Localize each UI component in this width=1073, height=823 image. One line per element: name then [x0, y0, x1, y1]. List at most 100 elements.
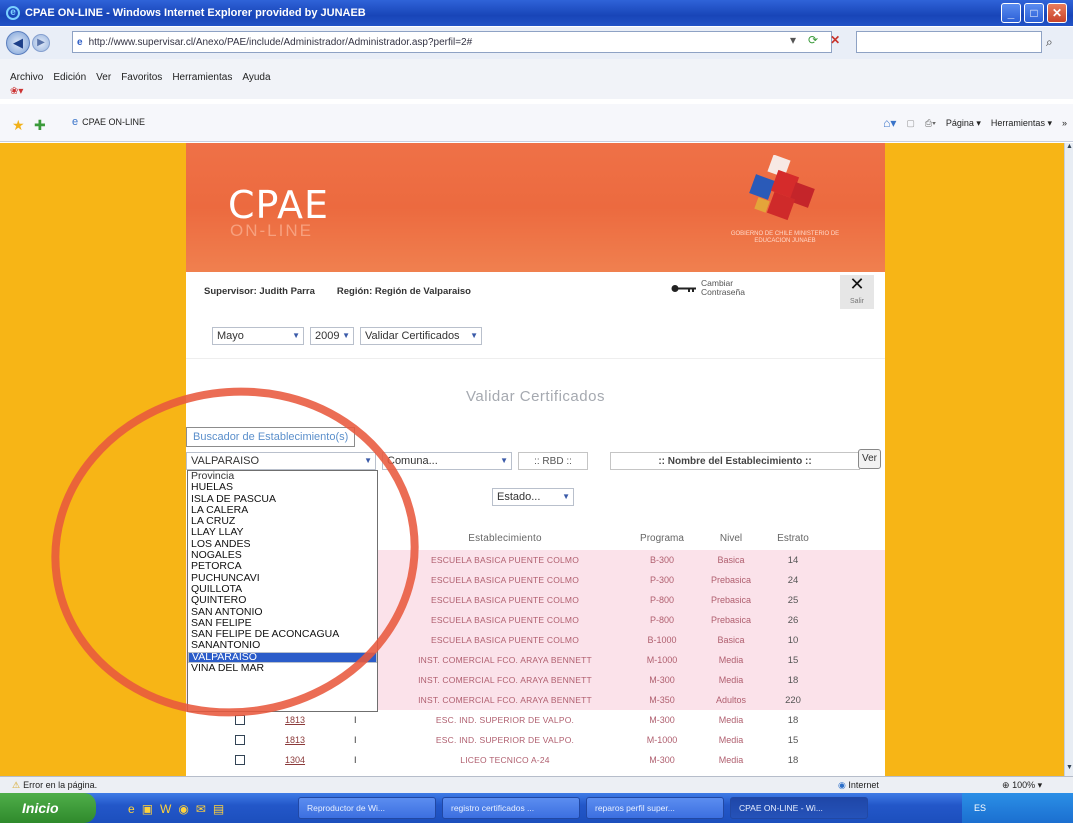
nivel-cell: Media: [718, 735, 744, 745]
rbd-input[interactable]: :: RBD ::: [518, 452, 588, 470]
stop-icon[interactable]: ✕: [830, 33, 840, 47]
home-icon[interactable]: ⌂▾: [883, 116, 896, 130]
header-estrato: Estrato: [777, 532, 809, 544]
vertical-scrollbar[interactable]: ▲ ▼: [1064, 143, 1073, 776]
establecimiento-cell: LICEO TECNICO A-24: [460, 755, 550, 765]
app-icon[interactable]: ✉: [196, 802, 206, 816]
province-option[interactable]: PUCHUNCAVI: [188, 573, 377, 584]
estrato-cell: 26: [787, 614, 799, 626]
menu-archivo[interactable]: Archivo: [10, 72, 43, 83]
change-password-link[interactable]: Cambiar Contraseña: [671, 279, 751, 297]
province-option[interactable]: LA CRUZ: [188, 516, 377, 527]
taskbar-button-cpae[interactable]: CPAE ON-LINE - Wi...: [730, 797, 868, 819]
favorites-star-icon[interactable]: ★: [12, 117, 25, 134]
comuna-select[interactable]: Comuna... ▼: [382, 452, 512, 470]
programa-cell: P-800: [649, 595, 675, 605]
province-dropdown-list[interactable]: Provincia HUELAS ISLA DE PASCUA LA CALERA LA…: [187, 470, 378, 712]
search-legend: Buscador de Establecimiento(s): [186, 427, 356, 447]
page-menu[interactable]: Página ▾: [946, 118, 981, 129]
tab-page-icon: e: [72, 116, 79, 128]
year-select[interactable]: 2009 ▼: [310, 327, 354, 345]
province-option[interactable]: NOGALES: [188, 550, 377, 561]
maximize-button[interactable]: □: [1024, 3, 1044, 23]
province-option[interactable]: SAN FELIPE: [188, 618, 377, 629]
address-toolbar: ◀ ▶ e http://www.supervisar.cl/Anexo/PAE…: [0, 27, 1073, 59]
taskbar-button-reparos[interactable]: reparos perfil super...: [586, 797, 724, 819]
folder-icon[interactable]: ▤: [213, 802, 224, 816]
minimize-button[interactable]: _: [1001, 3, 1021, 23]
desktop-icon[interactable]: ▣: [142, 802, 153, 816]
print-icon[interactable]: ⎙▾: [925, 118, 936, 129]
programa-cell: M-300: [649, 755, 675, 765]
start-button[interactable]: Inicio: [0, 793, 96, 823]
address-bar[interactable]: e http://www.supervisar.cl/Anexo/PAE/inc…: [72, 31, 832, 53]
menu-ayuda[interactable]: Ayuda: [242, 72, 270, 83]
province-option[interactable]: QUINTERO: [188, 595, 377, 606]
province-value: VALPARAISO: [191, 455, 260, 467]
row-checkbox[interactable]: [235, 735, 245, 745]
tab-cpae[interactable]: e CPAE ON-LINE: [72, 116, 145, 128]
scroll-up-icon[interactable]: ▲: [1065, 143, 1073, 155]
dropdown-arrow-icon[interactable]: ▾: [790, 33, 796, 47]
province-option[interactable]: SAN ANTONIO: [188, 607, 377, 618]
establecimiento-cell: INST. COMERCIAL FCO. ARAYA BENNETT: [418, 695, 592, 705]
add-favorite-icon[interactable]: ✚: [34, 117, 46, 134]
province-option[interactable]: SAN FELIPE DE ACONCAGUA: [188, 629, 377, 640]
province-option[interactable]: LA CALERA: [188, 505, 377, 516]
rbd-link[interactable]: 1304: [285, 755, 325, 765]
table-row: 1813 I ESC. IND. SUPERIOR DE VALPO. M-300 Me…: [186, 710, 885, 730]
nivel-cell: Prebasica: [710, 575, 752, 585]
search-icon[interactable]: ⌕: [1046, 35, 1053, 50]
exit-button[interactable]: ✕ Salir: [840, 275, 874, 309]
menu-favoritos[interactable]: Favoritos: [121, 72, 162, 83]
refresh-icon[interactable]: ⟳: [808, 33, 818, 47]
province-option[interactable]: ISLA DE PASCUA: [188, 494, 377, 505]
close-window-button[interactable]: ✕: [1047, 3, 1067, 23]
province-option[interactable]: SANANTONIO: [188, 640, 377, 651]
province-select[interactable]: VALPARAISO ▼: [186, 452, 376, 470]
province-option[interactable]: PETORCA: [188, 561, 377, 572]
error-status[interactable]: ⚠ Error en la página.: [12, 780, 97, 791]
ver-button[interactable]: Ver: [858, 449, 881, 469]
menu-edicion[interactable]: Edición: [53, 72, 86, 83]
logo-text: GOBIERNO DE CHILE MINISTERIO DE EDUCACIO…: [730, 231, 840, 244]
menu-herramientas[interactable]: Herramientas: [172, 72, 232, 83]
page-title: Validar Certificados: [466, 388, 605, 405]
status-bar: ⚠ Error en la página. ◉ Internet ⊕ 100% ▾: [0, 776, 1073, 793]
establecimiento-cell: ESC. IND. SUPERIOR DE VALPO.: [435, 715, 575, 725]
province-option[interactable]: LOS ANDES: [188, 539, 377, 550]
media-icon[interactable]: ◉: [178, 802, 188, 816]
zoom-control[interactable]: ⊕ 100% ▾: [1002, 780, 1042, 791]
estado-value: Estado...: [497, 491, 541, 503]
estado-select[interactable]: Estado... ▼: [492, 488, 574, 506]
more-icon[interactable]: »: [1062, 118, 1067, 128]
month-select[interactable]: Mayo ▼: [212, 327, 304, 345]
ie-quicklaunch-icon[interactable]: e: [128, 802, 135, 816]
taskbar-button-media[interactable]: Reproductor de Wi...: [298, 797, 436, 819]
province-option[interactable]: HUELAS: [188, 482, 377, 493]
row-checkbox[interactable]: [235, 755, 245, 765]
forward-button[interactable]: ▶: [32, 34, 50, 52]
name-input[interactable]: :: Nombre del Establecimiento ::: [610, 452, 860, 470]
province-option[interactable]: VALPARAISO: [188, 651, 377, 664]
province-option[interactable]: QUILLOTA: [188, 584, 377, 595]
row-checkbox[interactable]: [235, 715, 245, 725]
addon-icon[interactable]: ❀▾: [10, 86, 24, 97]
province-option[interactable]: LLAY LLAY: [188, 527, 377, 538]
action-select[interactable]: Validar Certificados ▼: [360, 327, 482, 345]
province-option[interactable]: Provincia: [188, 471, 377, 482]
back-button[interactable]: ◀: [6, 31, 30, 55]
feeds-icon[interactable]: ▢: [906, 118, 915, 129]
search-input[interactable]: [856, 31, 1042, 53]
programa-cell: M-350: [649, 695, 675, 705]
rbd-link[interactable]: 1813: [285, 735, 325, 745]
province-option[interactable]: VINA DEL MAR: [188, 663, 377, 674]
scroll-down-icon[interactable]: ▼: [1065, 764, 1073, 776]
word-icon[interactable]: W: [160, 802, 171, 816]
language-indicator[interactable]: ES: [974, 803, 986, 813]
tools-menu[interactable]: Herramientas ▾: [991, 118, 1052, 129]
rbd-link[interactable]: 1813: [285, 715, 325, 725]
taskbar-button-registro[interactable]: registro certificados ...: [442, 797, 580, 819]
region-label: Región: Región de Valparaiso: [336, 286, 471, 297]
menu-ver[interactable]: Ver: [96, 72, 111, 83]
